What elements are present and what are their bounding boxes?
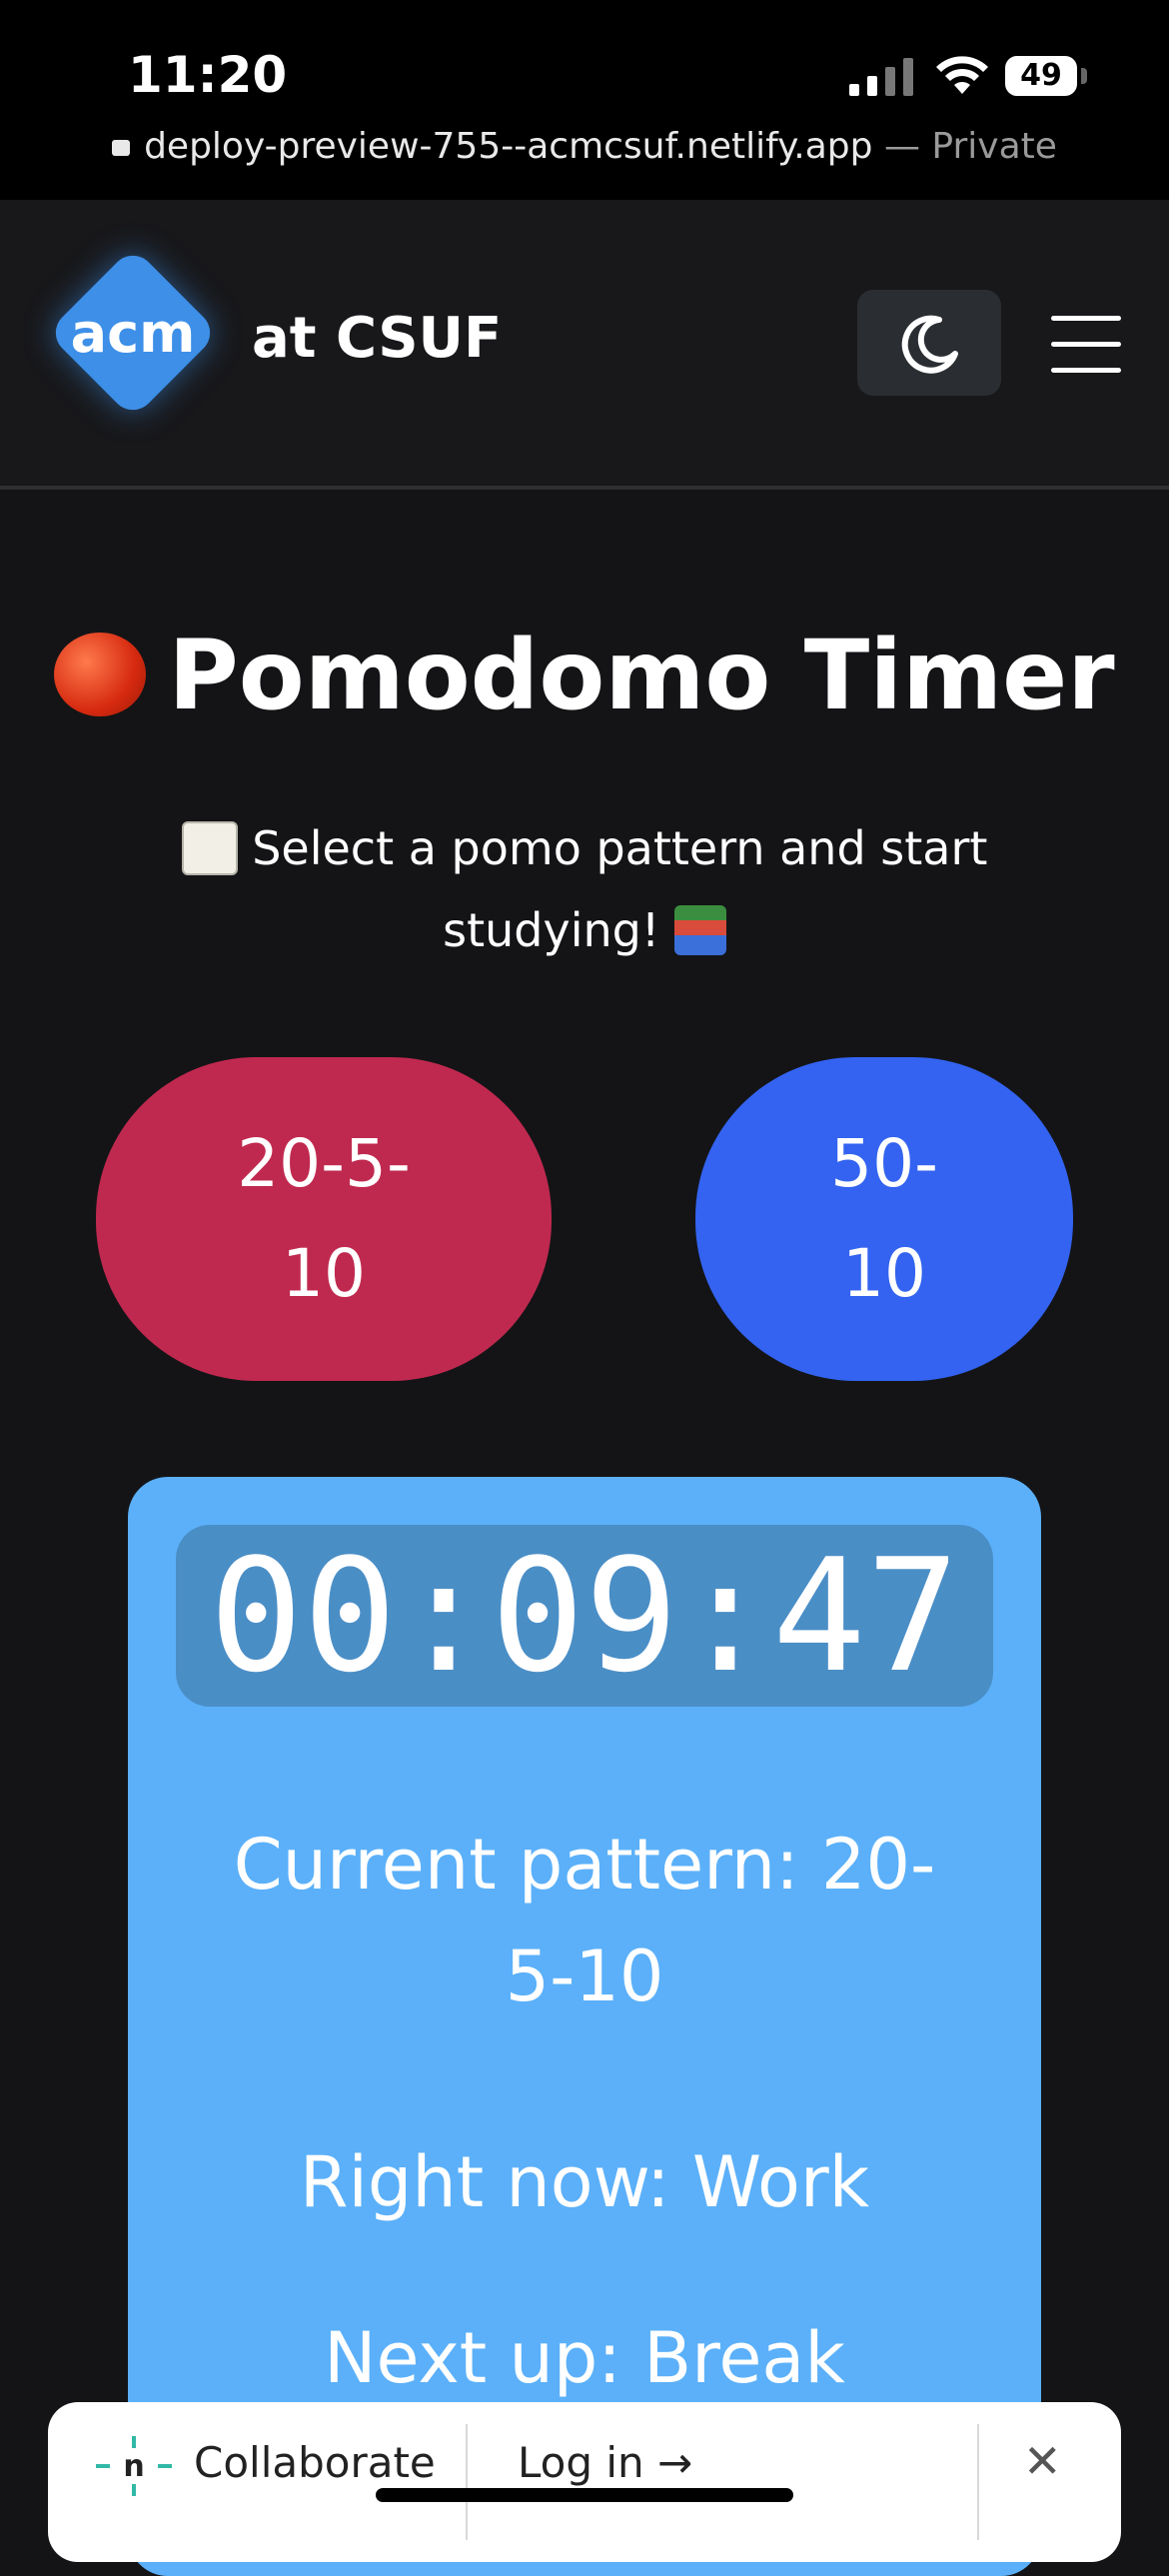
hamburger-menu-icon[interactable] [1039,310,1131,380]
battery-icon: 49 [1005,56,1077,96]
toolbar-divider [977,2424,979,2540]
address-bar[interactable]: deploy-preview-755--acmcsuf.netlify.app … [0,126,1169,167]
svg-text:n: n [123,2449,144,2484]
tomato-icon [54,632,147,716]
org-name[interactable]: at CSUF [252,306,502,371]
logo-text: acm [70,302,196,365]
login-button[interactable]: Log in → [518,2438,692,2487]
collaborate-button[interactable]: Collaborate [194,2438,436,2487]
books-icon [673,904,726,955]
theme-toggle-button[interactable] [857,290,1001,396]
memo-icon [181,820,238,875]
current-pattern-text: Current pattern: 20- 5-10 [233,1824,936,2017]
cellular-signal-icon [849,58,913,96]
netlify-collaborate-icon[interactable]: n [94,2434,174,2498]
right-now-text: Right now: Work [299,2141,870,2223]
url-text: deploy-preview-755--acmcsuf.netlify.app [144,126,873,167]
page-subtitle: Select a pomo pattern and start studying… [150,807,1019,971]
arrow-right-icon: → [657,2438,693,2487]
lock-icon [112,140,131,156]
private-label: — Private [872,126,1057,167]
status-time: 11:20 [128,46,288,104]
next-up-text: Next up: Break [324,2317,845,2399]
page-title: Pomodomo Timer [0,620,1169,731]
home-indicator[interactable] [376,2488,793,2502]
close-icon[interactable]: ✕ [1023,2434,1062,2488]
battery-cap [1081,68,1087,84]
moon-icon [901,315,958,374]
toolbar-divider [466,2424,468,2540]
pattern-button-50-10[interactable]: 50- 10 [695,1057,1073,1381]
timer-display: 00:09:47 [176,1525,993,1707]
wifi-icon [936,56,988,94]
pattern-button-20-5-10[interactable]: 20-5- 10 [96,1057,552,1381]
